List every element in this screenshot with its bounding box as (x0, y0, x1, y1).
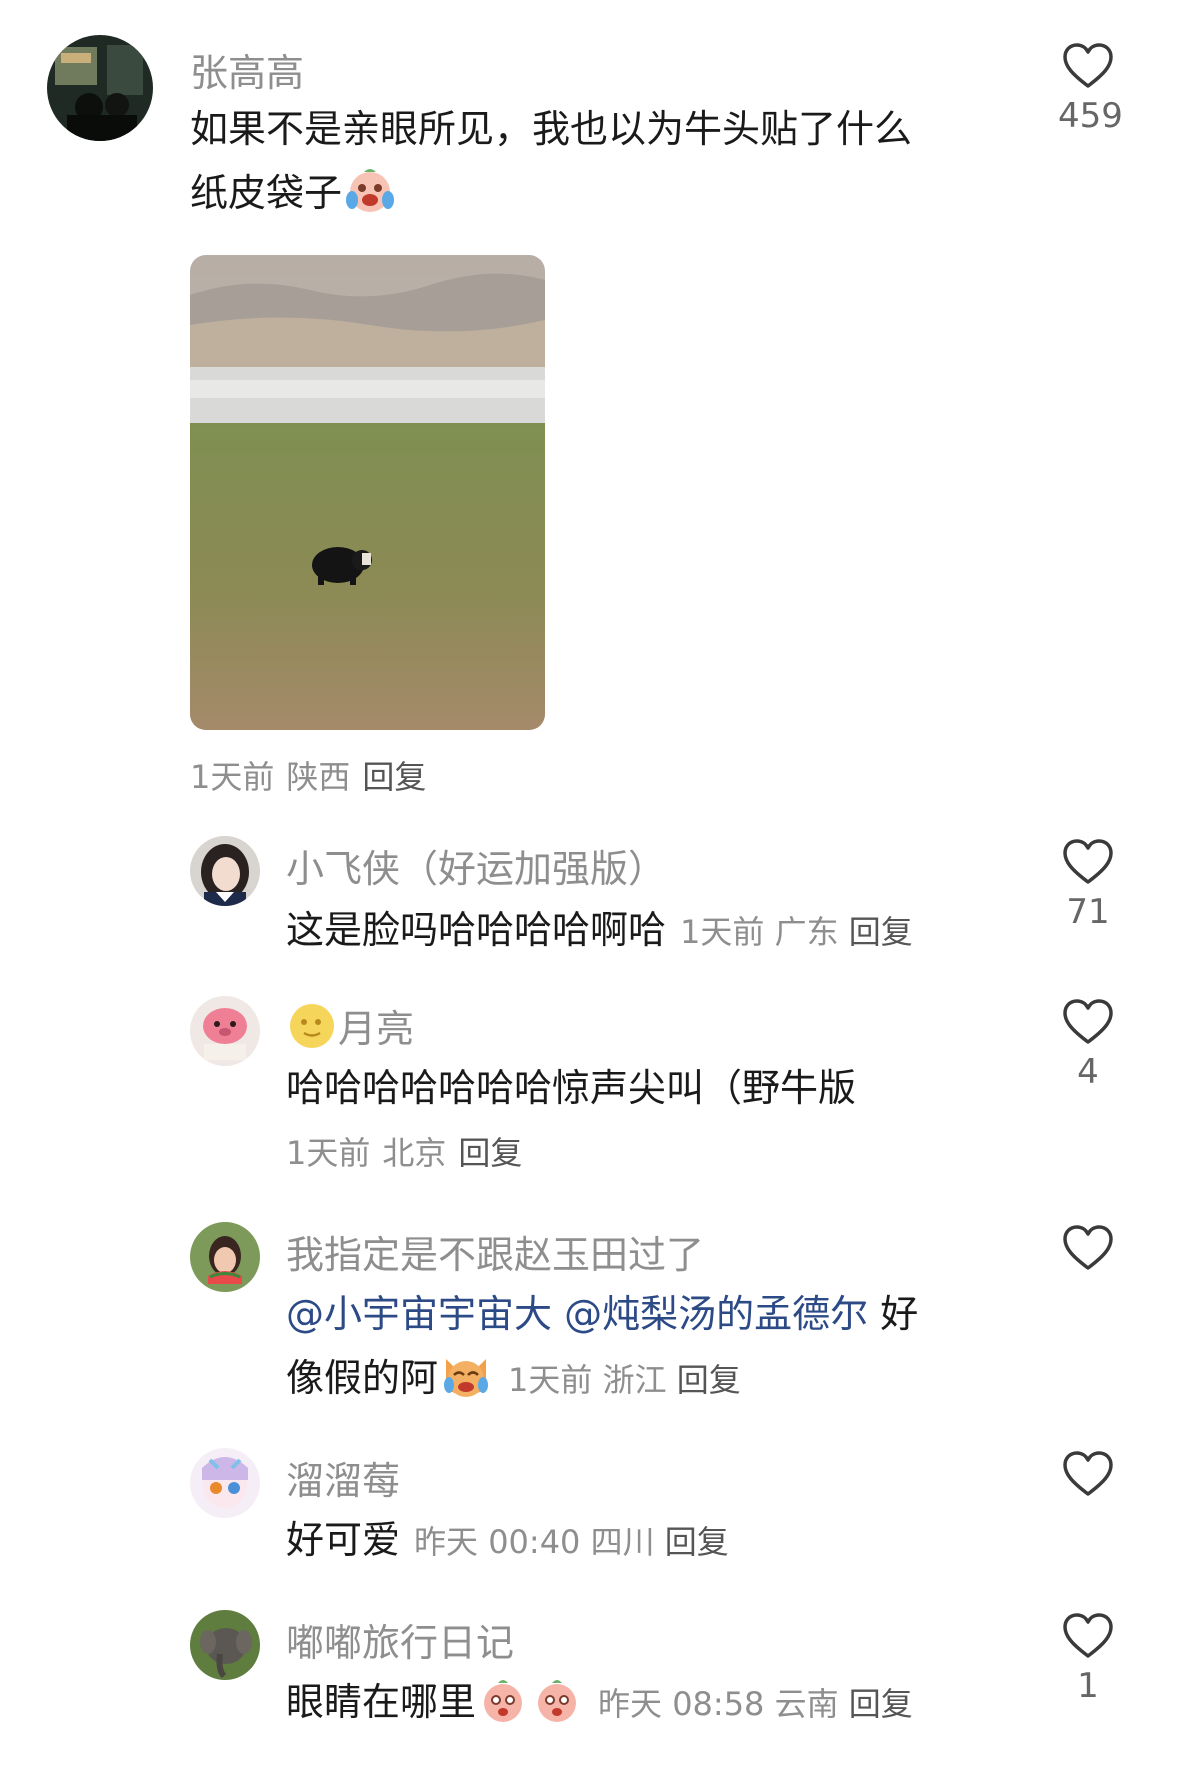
avatar-image (190, 996, 260, 1066)
reply-button[interactable]: 回复 (665, 1523, 729, 1561)
comment-text-line: 好可爱 (286, 1518, 401, 1562)
like-count: 459 (1058, 96, 1123, 136)
comment-text: 眼睛在哪里 昨天 08:58 云南 回复 (286, 1670, 913, 1744)
like-button[interactable] (1058, 1450, 1118, 1504)
heart-icon (1063, 1613, 1113, 1658)
like-button[interactable]: 71 (1058, 838, 1118, 932)
crying-laughing-face-emoji-icon (344, 164, 396, 235)
like-button[interactable]: 4 (1058, 998, 1118, 1092)
location: 广东 (774, 913, 839, 951)
comment-text-line: 像假的阿 (286, 1356, 439, 1400)
comment-text-line: 如果不是亲眼所见，我也以为牛头贴了什么 (190, 107, 913, 151)
comment-text-line: 好 (880, 1292, 919, 1336)
username-row[interactable]: 月亮 (286, 998, 414, 1059)
comment-text-line: 纸皮袋子 (190, 171, 343, 215)
timestamp: 1天前 (508, 1361, 593, 1399)
avatar[interactable] (190, 1448, 260, 1518)
comment-text: 好可爱 昨天 00:40 四川 回复 (286, 1508, 729, 1574)
username[interactable]: 张高高 (190, 42, 304, 97)
like-count: 71 (1066, 892, 1110, 932)
avatar-image (47, 35, 153, 141)
reply-button[interactable]: 回复 (677, 1361, 741, 1399)
location: 四川 (590, 1523, 655, 1561)
comment-text: 哈哈哈哈哈哈哈惊声尖叫（野牛版 (286, 1066, 857, 1110)
like-count: 1 (1077, 1666, 1099, 1706)
like-button[interactable]: 1 (1058, 1612, 1118, 1706)
username[interactable]: 嘟嘟旅行日记 (286, 1612, 514, 1667)
avatar-image (190, 1610, 260, 1680)
avatar[interactable] (190, 1610, 260, 1680)
mention-link[interactable]: @小宇宙宇宙大 (286, 1292, 552, 1336)
peach-face-emoji-icon (478, 1675, 528, 1744)
heart-icon (1063, 999, 1113, 1044)
heart-icon (1063, 1225, 1113, 1270)
location: 陕西 (286, 758, 351, 796)
heart-icon (1063, 1451, 1113, 1496)
reply-button[interactable]: 回复 (849, 913, 913, 951)
moon-face-emoji-icon (288, 1002, 336, 1059)
comment-photo[interactable] (190, 255, 545, 730)
comment-meta: 1天前 北京 回复 (286, 1128, 534, 1174)
like-button[interactable] (1058, 1224, 1118, 1278)
location: 北京 (382, 1134, 447, 1172)
comment-text: 如果不是亲眼所见，我也以为牛头贴了什么 纸皮袋子 (190, 97, 990, 235)
username[interactable]: 溜溜莓 (286, 1450, 400, 1505)
comment-text-line: 眼睛在哪里 (286, 1680, 477, 1724)
comment-text-line: 这是脸吗哈哈哈哈啊哈 (286, 908, 667, 952)
timestamp: 1天前 (286, 1134, 371, 1172)
avatar[interactable] (190, 836, 260, 906)
reply-button[interactable]: 回复 (362, 758, 426, 796)
avatar-image (190, 1448, 260, 1518)
avatar-image (190, 1222, 260, 1292)
peach-face-emoji-icon (532, 1675, 582, 1744)
timestamp: 昨天 08:58 (598, 1685, 765, 1723)
avatar-image (190, 836, 260, 906)
yak-photo-image (190, 255, 545, 730)
comment-meta: 1天前 广东 回复 (680, 913, 913, 951)
timestamp: 1天前 (190, 758, 275, 796)
comment-text: 这是脸吗哈哈哈哈啊哈 1天前 广东 回复 (286, 898, 913, 964)
comment-text: @小宇宙宇宙大 @炖梨汤的孟德尔 好 像假的阿 1天前 浙江 回复 (286, 1282, 1006, 1420)
heart-icon (1063, 43, 1113, 88)
like-count: 4 (1077, 1052, 1099, 1092)
avatar[interactable] (190, 1222, 260, 1292)
comment-meta: 1天前 浙江 回复 (508, 1361, 741, 1399)
timestamp: 昨天 00:40 (414, 1523, 581, 1561)
avatar[interactable] (190, 996, 260, 1066)
username[interactable]: 我指定是不跟赵玉田过了 (286, 1224, 704, 1279)
username[interactable]: 小飞侠（好运加强版） (286, 838, 666, 893)
heart-icon (1063, 839, 1113, 884)
comment-meta: 昨天 00:40 四川 回复 (414, 1523, 729, 1561)
location: 云南 (774, 1685, 839, 1723)
location: 浙江 (602, 1361, 667, 1399)
reply-button[interactable]: 回复 (458, 1134, 522, 1172)
comment-meta: 1天前 陕西 回复 (190, 752, 438, 798)
like-button[interactable]: 459 (1058, 42, 1123, 136)
timestamp: 1天前 (680, 913, 765, 951)
comment-meta: 昨天 08:58 云南 回复 (598, 1685, 913, 1723)
username[interactable]: 月亮 (338, 1007, 414, 1051)
avatar[interactable] (47, 35, 153, 141)
laughing-cat-emoji-icon (440, 1349, 492, 1420)
mention-link[interactable]: @炖梨汤的孟德尔 (564, 1292, 868, 1336)
reply-button[interactable]: 回复 (849, 1685, 913, 1723)
